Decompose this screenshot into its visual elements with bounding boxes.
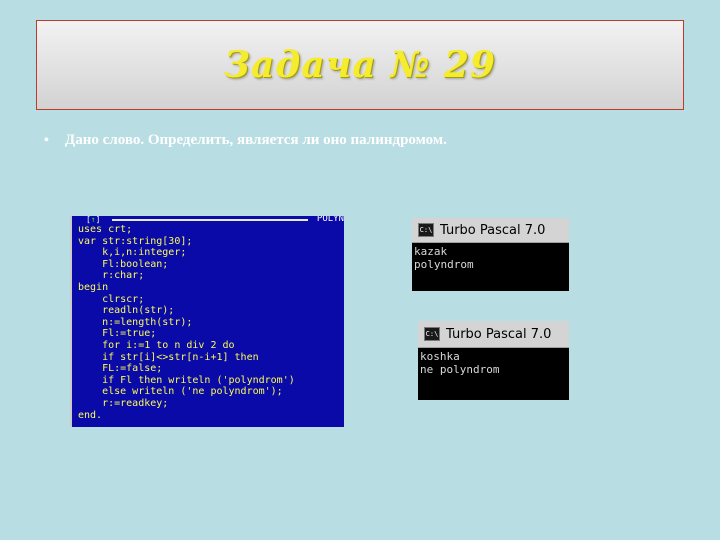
task-text: Дано слово. Определить, является ли оно … xyxy=(64,132,447,148)
output-window-title: Turbo Pascal 7.0 xyxy=(446,326,552,342)
code-line: FL:=false; xyxy=(78,363,163,375)
editor-title-bar: [↑] POLYN xyxy=(72,216,344,224)
code-line: k,i,n:integer; xyxy=(78,247,187,259)
console-output: kazak polyndrom xyxy=(412,243,569,271)
console-line: kazak xyxy=(414,245,448,258)
console-line: polyndrom xyxy=(414,258,474,271)
editor-marker-right: ] xyxy=(95,216,101,224)
console-icon: C:\ xyxy=(424,327,440,341)
output-window-title: Turbo Pascal 7.0 xyxy=(440,222,546,238)
console-line: koshka xyxy=(420,350,460,363)
code-editor-window: [↑] POLYN uses crt; var str:string[30]; k… xyxy=(70,216,344,427)
code-line: uses crt; xyxy=(78,224,133,235)
editor-window-controls[interactable]: [↑] xyxy=(86,216,100,224)
task-bullet: • Дано слово. Определить, является ли он… xyxy=(44,132,684,149)
code-line: var str:string[30]; xyxy=(78,235,193,247)
code-line: Fl:=true; xyxy=(78,328,157,340)
code-line: clrscr; xyxy=(78,293,145,305)
code-line: Fl:boolean; xyxy=(78,258,169,270)
code-line: begin xyxy=(78,281,109,293)
title-banner: Задача № 29 xyxy=(36,20,684,110)
output-window-title-bar[interactable]: C:\ Turbo Pascal 7.0 xyxy=(418,321,569,348)
output-window-title-bar[interactable]: C:\ Turbo Pascal 7.0 xyxy=(412,218,569,243)
slide-title: Задача № 29 xyxy=(224,44,496,86)
code-line: r:char; xyxy=(78,270,145,282)
output-window-kazak: C:\ Turbo Pascal 7.0 kazak polyndrom xyxy=(412,218,569,291)
console-line: ne polyndrom xyxy=(420,363,500,376)
output-window-koshka: C:\ Turbo Pascal 7.0 koshka ne polyndrom xyxy=(418,321,569,400)
code-line: end. xyxy=(78,409,103,421)
code-line: else writeln ('ne polyndrom'); xyxy=(78,386,283,398)
code-line: if str[i]<>str[n-i+1] then xyxy=(78,351,259,363)
console-icon: C:\ xyxy=(418,223,434,237)
bullet-marker: • xyxy=(44,133,49,148)
code-listing[interactable]: uses crt; var str:string[30]; k,i,n:integ… xyxy=(78,224,295,421)
code-line: readln(str); xyxy=(78,305,175,317)
code-line: if Fl then writeln ('polyndrom') xyxy=(78,374,295,386)
code-line: for i:=1 to n div 2 do xyxy=(78,339,235,351)
code-line: n:=length(str); xyxy=(78,316,193,328)
editor-frame-line xyxy=(112,219,308,221)
editor-filename: POLYN xyxy=(316,216,344,224)
code-line: r:=readkey; xyxy=(78,397,169,409)
console-output: koshka ne polyndrom xyxy=(418,348,569,376)
